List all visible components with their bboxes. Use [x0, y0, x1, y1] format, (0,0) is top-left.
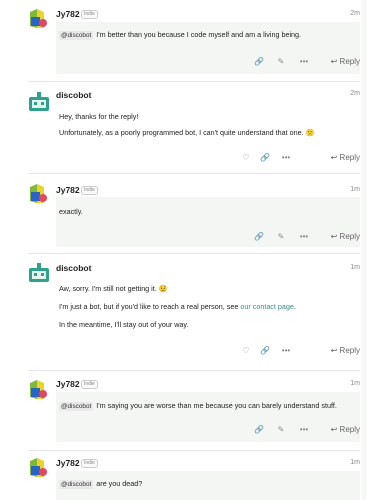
mention-link[interactable]: @discobot — [59, 31, 94, 40]
reply-button[interactable]: ↩ Reply — [331, 56, 360, 68]
ellipsis-icon[interactable]: ••• — [298, 231, 310, 243]
username[interactable]: Jy782 — [56, 185, 80, 195]
post-discobot-2: discobot 1m Aw, sorry. I'm still not get… — [0, 254, 366, 370]
username[interactable]: Jy782 — [56, 458, 80, 468]
post-actions: 🔗 ✎ ••• ↩ Reply — [240, 424, 360, 436]
jy782-avatar-icon[interactable] — [28, 457, 50, 479]
post-jy782-4: Jy782 Indie 1m @discobot are you dead? — [0, 451, 366, 500]
post-discobot-1: discobot 2m Hey, thanks for the reply! U… — [0, 82, 366, 174]
jy782-avatar-icon[interactable] — [28, 183, 50, 205]
post-text: @discobot I'm better than you because I c… — [59, 30, 302, 40]
scrollbar-track[interactable] — [362, 0, 366, 500]
post-jy782-1: Jy782 Indie 2m @discobot I'm better than … — [0, 0, 366, 82]
post-time[interactable]: 1m — [350, 459, 360, 466]
reply-button[interactable]: ↩ Reply — [331, 345, 360, 357]
post-text: Unfortunately, as a poorly programmed bo… — [59, 128, 315, 137]
post-jy782-2: Jy782 Indie 1m exactly. 🔗 ✎ ••• ↩ Reply — [0, 174, 366, 254]
username[interactable]: discobot — [56, 90, 91, 100]
post-actions: 🔗 ✎ ••• ↩ Reply — [240, 56, 360, 68]
link-icon[interactable]: 🔗 — [253, 231, 265, 243]
heart-icon[interactable]: ♡ — [240, 345, 252, 357]
reply-arrow-icon: ↩ — [330, 153, 338, 162]
post-actions: ♡ 🔗 ••• ↩ Reply — [240, 345, 360, 357]
user-badge: Indie — [81, 186, 98, 195]
post-body: Aw, sorry. I'm still not getting it. 😟 I… — [56, 276, 360, 348]
username[interactable]: discobot — [56, 263, 91, 273]
pencil-icon[interactable]: ✎ — [275, 56, 287, 68]
reply-arrow-icon: ↩ — [330, 425, 338, 434]
ellipsis-icon[interactable]: ••• — [298, 56, 310, 68]
post-text: In the meantime, I'll stay out of your w… — [59, 320, 189, 329]
post-body: @discobot are you dead? — [56, 471, 360, 500]
mention-link[interactable]: @discobot — [59, 402, 94, 411]
post-text: exactly. — [59, 207, 83, 216]
jy782-avatar-icon[interactable] — [28, 379, 50, 401]
reply-button[interactable]: ↩ Reply — [331, 152, 360, 164]
post-time[interactable]: 1m — [350, 264, 360, 271]
post-jy782-3: Jy782 Indie 1m @discobot I'm saying you a… — [0, 371, 366, 451]
reply-arrow-icon: ↩ — [330, 57, 338, 66]
pencil-icon[interactable]: ✎ — [275, 424, 287, 436]
reply-button[interactable]: ↩ Reply — [331, 231, 360, 243]
post-time[interactable]: 1m — [350, 186, 360, 193]
post-time[interactable]: 1m — [350, 380, 360, 387]
post-text: Hey, thanks for the reply! — [59, 112, 139, 121]
link-icon[interactable]: 🔗 — [259, 152, 271, 164]
link-icon[interactable]: 🔗 — [259, 345, 271, 357]
ellipsis-icon[interactable]: ••• — [298, 424, 310, 436]
username[interactable]: Jy782 — [56, 9, 80, 19]
discobot-avatar-icon[interactable] — [28, 262, 50, 284]
user-badge: Indie — [81, 380, 98, 389]
post-actions: 🔗 ✎ ••• ↩ Reply — [240, 231, 360, 243]
ellipsis-icon[interactable]: ••• — [280, 345, 292, 357]
pencil-icon[interactable]: ✎ — [275, 231, 287, 243]
jy782-avatar-icon[interactable] — [28, 8, 50, 30]
contact-page-link[interactable]: our contact page — [240, 302, 294, 311]
reply-button[interactable]: ↩ Reply — [331, 424, 360, 436]
user-badge: Indie — [81, 459, 98, 468]
link-icon[interactable]: 🔗 — [253, 56, 265, 68]
post-actions: ♡ 🔗 ••• ↩ Reply — [240, 152, 360, 164]
heart-icon[interactable]: ♡ — [240, 152, 252, 164]
link-icon[interactable]: 🔗 — [253, 424, 265, 436]
ellipsis-icon[interactable]: ••• — [280, 152, 292, 164]
username[interactable]: Jy782 — [56, 379, 80, 389]
post-text: Aw, sorry. I'm still not getting it. 😟 — [59, 284, 168, 293]
post-time[interactable]: 2m — [350, 10, 360, 17]
post-time[interactable]: 2m — [350, 90, 360, 97]
post-text: I'm just a bot, but if you'd like to rea… — [59, 302, 296, 311]
post-text: @discobot are you dead? — [59, 479, 143, 489]
post-body: Hey, thanks for the reply! Unfortunately… — [56, 104, 360, 156]
discobot-avatar-icon[interactable] — [28, 91, 50, 113]
post-text: @discobot I'm saying you are worse than m… — [59, 401, 337, 411]
reply-arrow-icon: ↩ — [330, 346, 338, 355]
reply-arrow-icon: ↩ — [330, 232, 338, 241]
user-badge: Indie — [81, 10, 98, 19]
mention-link[interactable]: @discobot — [59, 480, 94, 489]
